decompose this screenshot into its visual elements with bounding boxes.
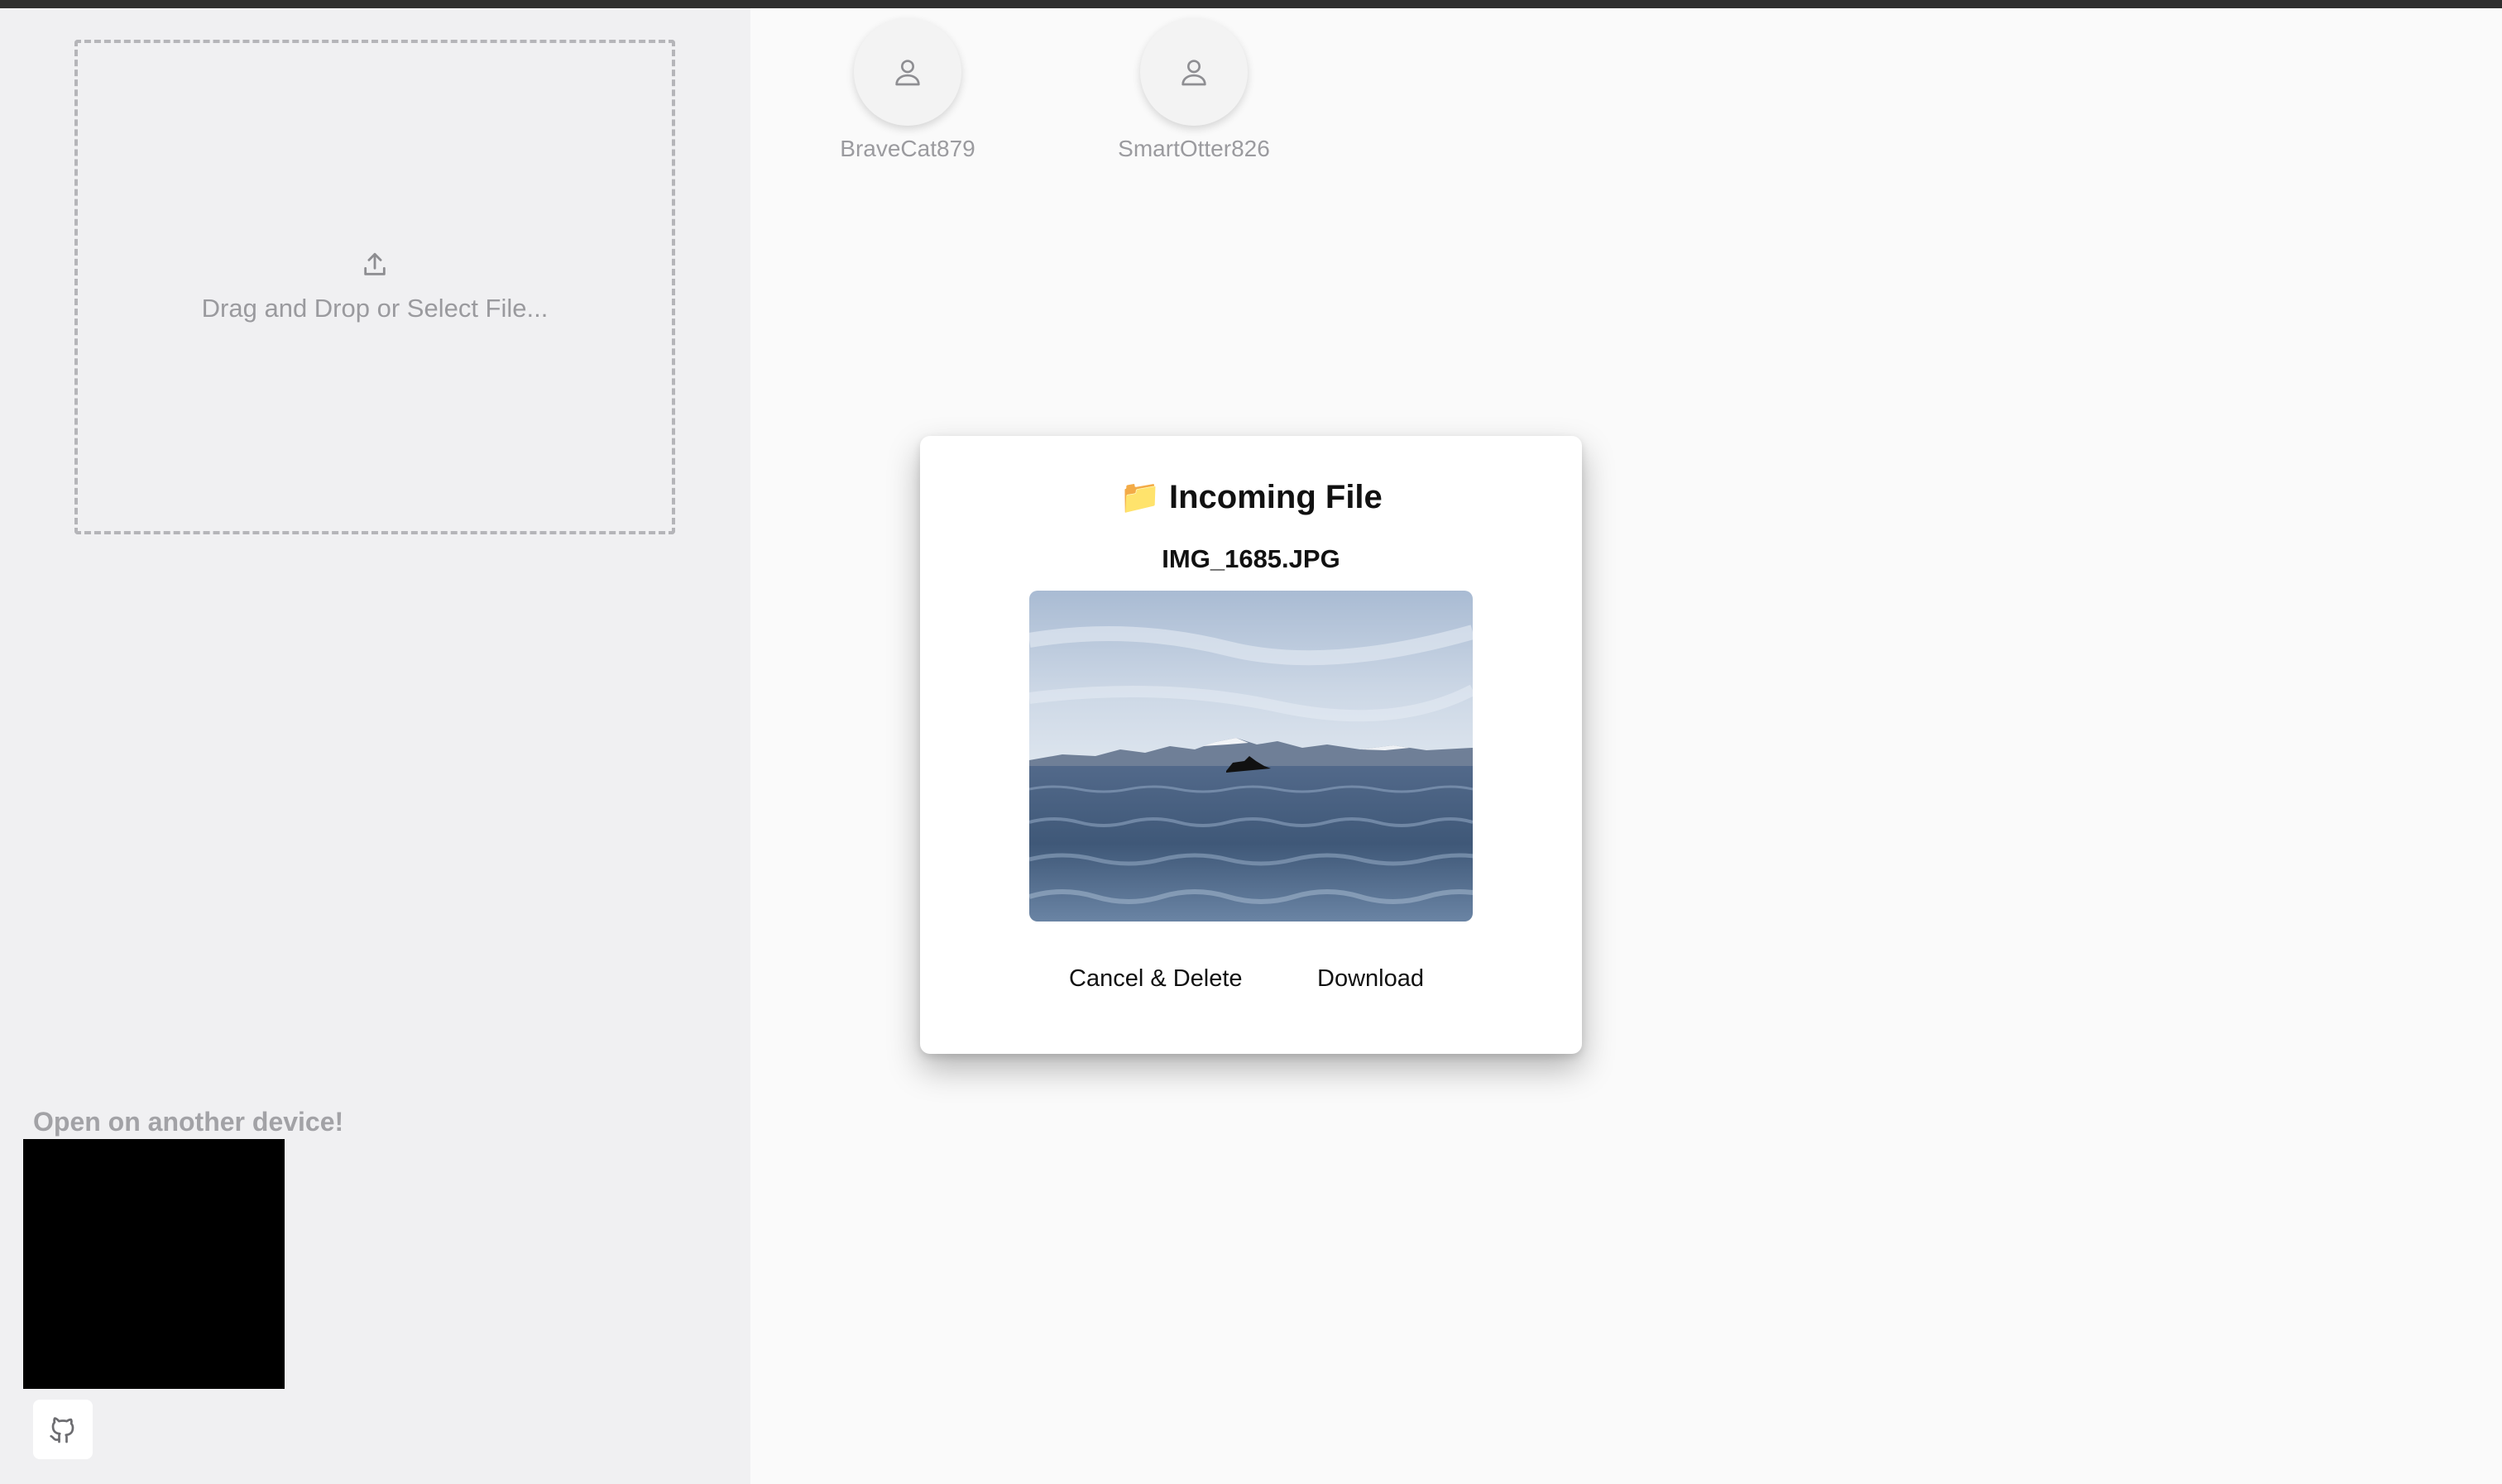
sidebar: Drag and Drop or Select File... Open on … (0, 8, 750, 1484)
upload-icon (364, 252, 386, 275)
download-button[interactable]: Download (1317, 965, 1424, 993)
file-preview-image (1029, 591, 1473, 922)
github-button[interactable] (33, 1400, 93, 1459)
qr-title: Open on another device! (33, 1107, 344, 1137)
incoming-file-dialog: 📁 Incoming File IMG_1685.JPG Cancel & De… (920, 436, 1582, 1054)
file-name: IMG_1685.JPG (1162, 544, 1340, 573)
peer-name: BraveCat879 (840, 136, 975, 161)
window-top-bar (0, 0, 2502, 8)
dialog-title-text: Incoming File (1169, 479, 1383, 515)
peer-avatar (1140, 18, 1248, 126)
cancel-delete-button[interactable]: Cancel & Delete (1069, 965, 1243, 993)
lake-photo (1029, 591, 1473, 922)
dropzone-label: Drag and Drop or Select File... (201, 294, 549, 323)
user-icon (895, 60, 920, 86)
peer-smartotter826[interactable]: SmartOtter826 (1111, 18, 1277, 162)
folder-icon: 📁 (1119, 479, 1161, 515)
peer-bravecat879[interactable]: BraveCat879 (825, 18, 990, 162)
file-dropzone[interactable]: Drag and Drop or Select File... (74, 40, 675, 534)
peer-avatar (854, 18, 961, 126)
github-icon (50, 1417, 74, 1443)
user-icon (1182, 60, 1206, 86)
qr-code (23, 1139, 285, 1389)
peer-name: SmartOtter826 (1118, 136, 1270, 161)
dialog-title: 📁 Incoming File (920, 477, 1582, 516)
